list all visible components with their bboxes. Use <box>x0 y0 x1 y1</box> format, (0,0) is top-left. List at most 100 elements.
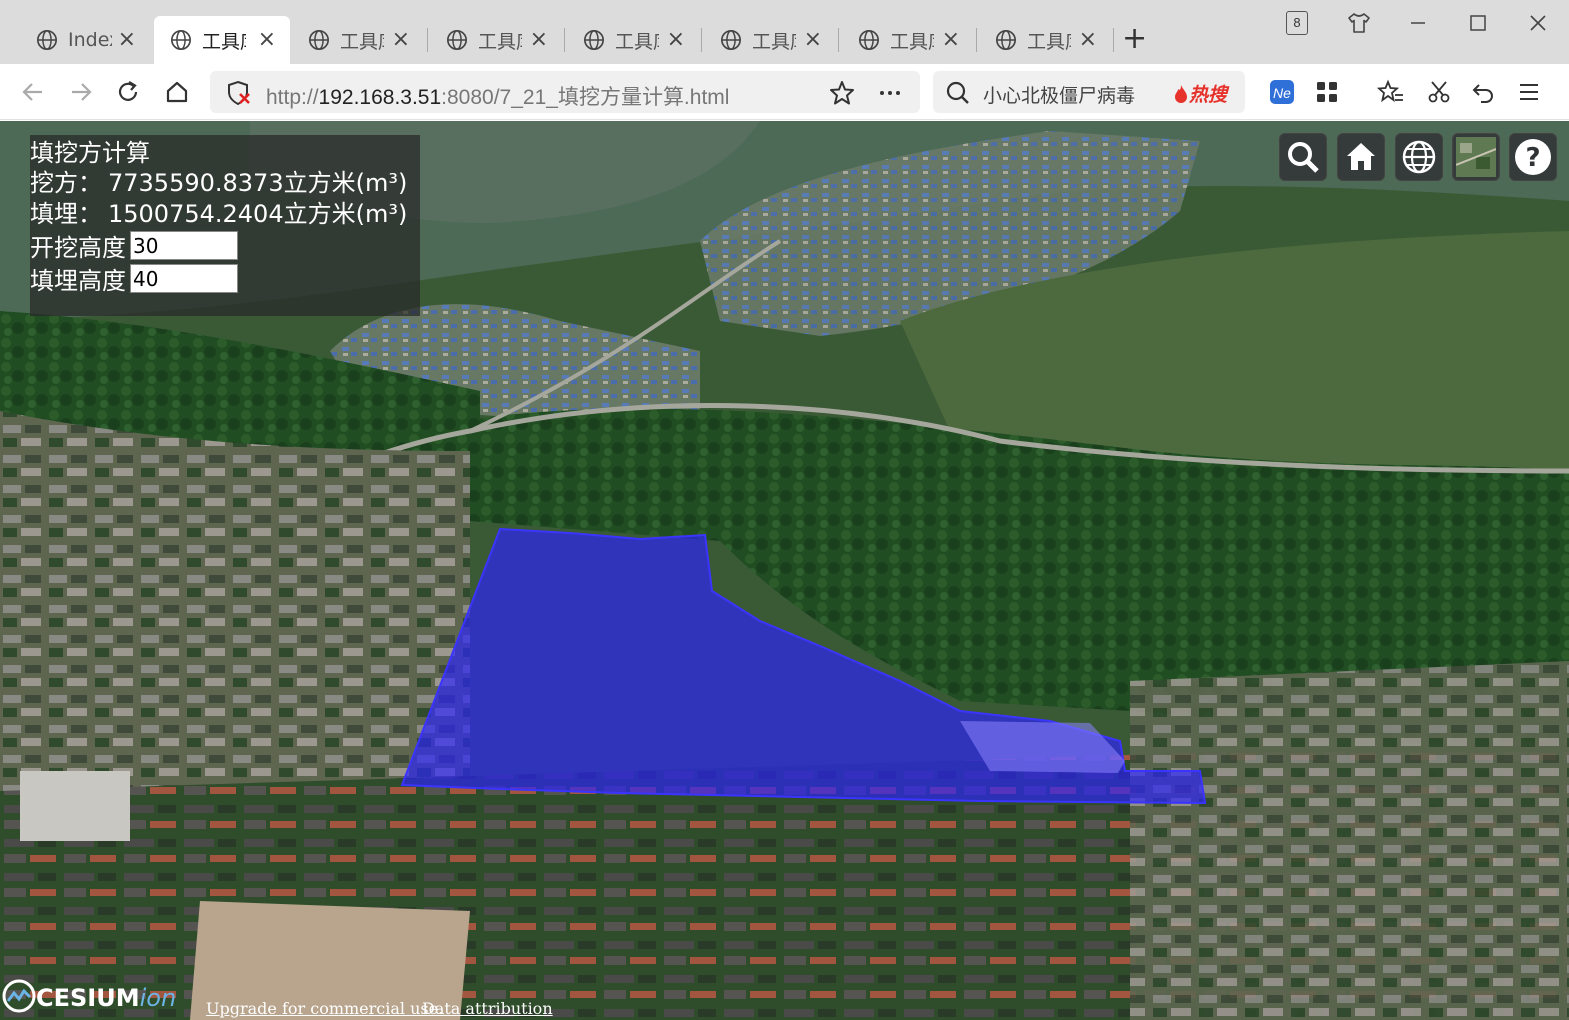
tab-count-button[interactable]: 8 <box>1284 8 1310 38</box>
scene-mode-button[interactable] <box>1395 133 1443 181</box>
close-icon[interactable]: × <box>667 29 685 51</box>
tab-index[interactable]: Index × <box>20 16 150 64</box>
shirt-icon <box>1348 13 1370 33</box>
screenshot-button[interactable] <box>1424 77 1454 107</box>
svg-text:Ne: Ne <box>1273 85 1291 101</box>
more-icon[interactable] <box>876 79 904 107</box>
cut-label: 挖方： <box>30 169 102 197</box>
tab-title: 工具库 <box>615 30 659 53</box>
upgrade-link[interactable]: Upgrade for commercial use. <box>206 999 443 1018</box>
close-icon[interactable]: × <box>804 29 822 51</box>
cesium-logo-icon <box>2 979 36 1013</box>
tab-tool[interactable]: 工具库 × <box>430 16 562 64</box>
cut-fill-panel: 填挖方计算 挖方： 7735590.8373立方米(m³) 填埋： 1500754.… <box>30 135 420 316</box>
tab-separator <box>701 28 702 52</box>
url-host: 192.168.3.51 <box>318 86 442 109</box>
tab-title: 工具库 <box>752 30 796 53</box>
map-home-button[interactable] <box>1337 133 1385 181</box>
favorites-button[interactable] <box>1376 77 1406 107</box>
tab-count: 8 <box>1286 11 1308 35</box>
base-layer-picker-button[interactable] <box>1452 133 1500 181</box>
svg-text:?: ? <box>1525 143 1540 173</box>
globe-icon <box>309 30 329 50</box>
fill-height-label: 填埋高度 <box>30 267 126 295</box>
data-attribution-link[interactable]: Data attribution <box>422 999 553 1018</box>
forward-button[interactable] <box>66 77 96 107</box>
geocoder-search-icon <box>1288 142 1319 173</box>
tab-title: 工具库 <box>340 30 384 53</box>
close-window-button[interactable] <box>1523 8 1553 38</box>
new-tab-button[interactable]: + <box>1122 24 1147 54</box>
globe-icon <box>37 30 57 50</box>
extension-button[interactable]: Ne <box>1267 77 1297 107</box>
fill-volume-row: 填埋： 1500754.2404立方米(m³) <box>30 198 420 229</box>
minimize-button[interactable] <box>1403 8 1433 38</box>
tab-tool[interactable]: 工具库 × <box>704 16 836 64</box>
tab-title: 工具库 <box>202 30 246 53</box>
credit-bar: CESIUMion Upgrade for commercial use. Da… <box>0 979 560 1020</box>
tab-title: 工具库 <box>890 30 934 53</box>
hot-search-label[interactable]: 热搜 <box>1173 80 1227 107</box>
tab-title: 工具库 <box>478 30 522 53</box>
cesium-viewer[interactable]: 填挖方计算 挖方： 7735590.8373立方米(m³) 填埋： 1500754.… <box>0 121 1569 1020</box>
geocoder-button[interactable] <box>1279 133 1327 181</box>
back-icon <box>22 83 42 101</box>
url-scheme: http:// <box>266 86 319 109</box>
close-icon[interactable]: × <box>1079 29 1097 51</box>
map-home-icon <box>1347 143 1375 170</box>
extension-ne-icon: Ne <box>1270 80 1294 104</box>
reload-button[interactable] <box>113 77 143 107</box>
grid-icon <box>1317 82 1337 102</box>
shield-error-icon <box>228 80 250 106</box>
search-box[interactable]: 小心北极僵尸病毒 热搜 <box>933 71 1245 113</box>
close-icon[interactable]: × <box>530 29 548 51</box>
globe-icon <box>171 30 191 50</box>
minimize-icon <box>1411 22 1425 24</box>
tab-tool[interactable]: 工具库 × <box>567 16 699 64</box>
tab-separator <box>427 28 428 52</box>
tab-tool[interactable]: 工具库 × <box>979 16 1111 64</box>
url-text: http://192.168.3.51:8080/7_21_填挖方量计算.htm… <box>266 81 729 111</box>
tab-tool[interactable]: 工具库 × <box>842 16 974 64</box>
back-button[interactable] <box>18 77 48 107</box>
tab-separator <box>1113 28 1114 52</box>
fire-icon <box>1175 85 1187 103</box>
globe-icon <box>996 30 1016 50</box>
address-bar[interactable]: http://192.168.3.51:8080/7_21_填挖方量计算.htm… <box>210 71 920 113</box>
favorites-icon <box>1377 79 1403 103</box>
hot-search-text: 热搜 <box>1189 84 1228 106</box>
star-icon[interactable] <box>828 79 856 107</box>
tab-tool[interactable]: 工具库 × <box>292 16 424 64</box>
fill-height-input[interactable] <box>130 264 238 293</box>
close-icon <box>1530 15 1546 31</box>
skin-button[interactable] <box>1344 8 1374 38</box>
tab-tool-active[interactable]: 工具库 × <box>154 16 290 64</box>
cesium-ion-logo[interactable]: CESIUMion <box>2 979 176 1013</box>
search-icon <box>946 81 969 104</box>
globe-icon <box>447 30 467 50</box>
home-button[interactable] <box>162 77 192 107</box>
home-icon <box>166 81 188 103</box>
search-suggestion: 小心北极僵尸病毒 <box>983 85 1136 107</box>
tab-separator <box>976 28 977 52</box>
menu-button[interactable] <box>1514 77 1544 107</box>
fill-height-row: 填埋高度 <box>30 262 420 295</box>
close-icon[interactable]: × <box>392 29 410 51</box>
close-icon[interactable]: × <box>942 29 960 51</box>
cut-value: 7735590.8373立方米(m³) <box>108 169 408 197</box>
apps-button[interactable] <box>1312 77 1342 107</box>
globe-icon <box>859 30 879 50</box>
undo-close-button[interactable] <box>1469 77 1499 107</box>
maximize-icon <box>1470 15 1486 31</box>
navigation-help-button[interactable]: ? <box>1509 133 1557 181</box>
close-icon[interactable]: × <box>258 29 276 51</box>
cut-volume-row: 挖方： 7735590.8373立方米(m³) <box>30 167 420 198</box>
maximize-button[interactable] <box>1463 8 1493 38</box>
tab-title: Index <box>68 29 112 51</box>
dig-height-input[interactable] <box>130 231 238 260</box>
close-icon[interactable]: × <box>118 29 136 51</box>
fill-label: 填埋： <box>30 200 102 228</box>
urban-right <box>1130 661 1569 1020</box>
tab-separator <box>838 28 839 52</box>
fill-value: 1500754.2404立方米(m³) <box>108 200 408 228</box>
